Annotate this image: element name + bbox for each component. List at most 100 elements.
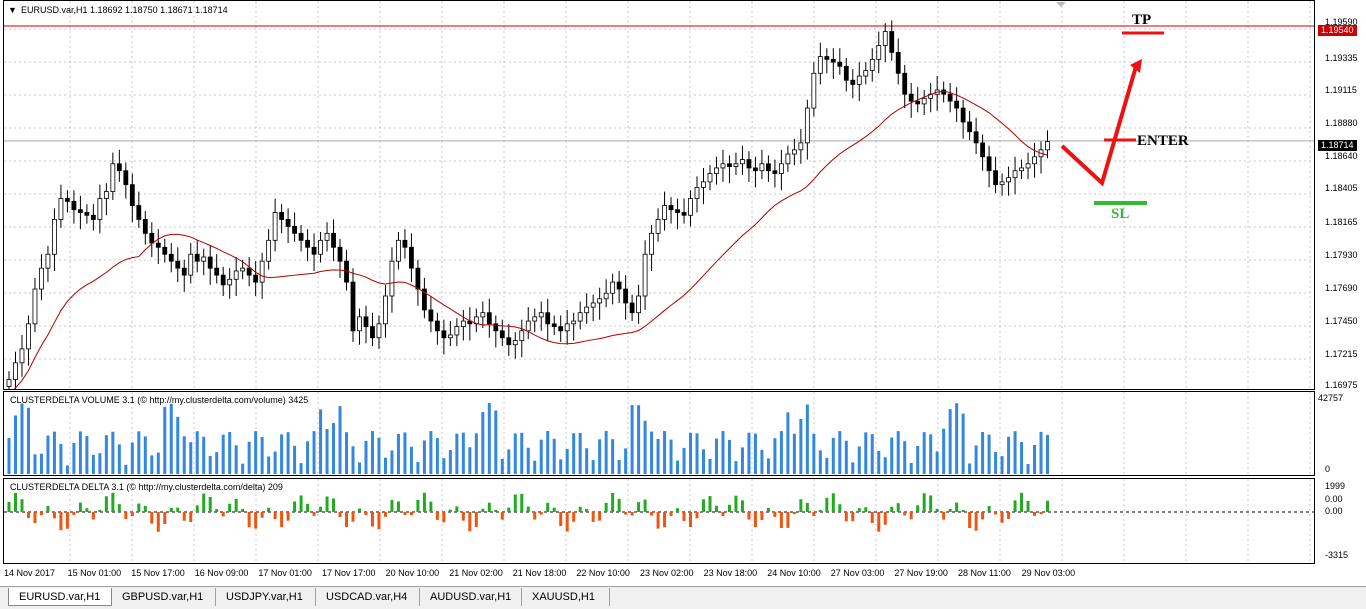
delta-bar-negative — [942, 512, 946, 520]
delta-bar-positive — [137, 503, 141, 512]
delta-bar-negative — [65, 512, 69, 529]
time-axis-label: 21 Nov 18:00 — [512, 568, 567, 578]
time-axis: 14 Nov 2017 15 Nov 01:00 15 Nov 17:00 16 No… — [0, 566, 1366, 584]
delta-indicator-pane[interactable]: CLUSTERDELTA DELTA 3.1 (© http://my.clus… — [3, 478, 1315, 564]
delta-bar-negative — [370, 512, 374, 527]
candle-body — [759, 163, 765, 172]
delta-bar-negative — [559, 512, 563, 526]
volume-bar — [702, 449, 706, 474]
volume-bar — [448, 449, 452, 474]
price-scale-label: 1.19335 — [1325, 53, 1358, 63]
volume-bar — [85, 436, 89, 474]
volume-bar — [624, 448, 628, 474]
delta-bar-positive — [890, 506, 894, 512]
candle-body — [772, 170, 778, 174]
delta-bar-negative — [72, 512, 76, 516]
time-axis-label: 28 Nov 11:00 — [958, 568, 1011, 578]
volume-bar — [78, 431, 82, 474]
volume-bar — [552, 438, 556, 474]
volume-bar — [293, 445, 297, 474]
candle-body — [383, 295, 388, 325]
delta-bar-positive — [325, 496, 329, 512]
delta-bar-negative — [1033, 512, 1037, 516]
volume-bar — [974, 445, 978, 474]
chart-tab-usdjpy-var-h1[interactable]: USDJPY.var,H1 — [216, 588, 316, 606]
volume-bar — [987, 434, 991, 474]
volume-bar — [228, 431, 232, 474]
delta-bar-negative — [1000, 512, 1004, 523]
candle-body — [155, 242, 161, 248]
candle-body — [39, 267, 44, 290]
delta-bar-positive — [1026, 500, 1030, 512]
price-chart-canvas[interactable] — [4, 1, 1314, 389]
candle-body — [843, 65, 849, 81]
volume-bar — [766, 458, 770, 474]
delta-bar-positive — [195, 505, 199, 512]
volume-bar — [1020, 441, 1024, 474]
volume-bar — [929, 434, 933, 474]
candle-body — [142, 219, 148, 234]
volume-bar — [909, 462, 913, 474]
candle-body — [1006, 177, 1011, 183]
delta-bar-positive — [643, 499, 647, 512]
candle-body — [564, 323, 570, 332]
volume-bar — [468, 447, 472, 474]
delta-bar-negative — [377, 512, 381, 530]
volume-scale-bottom: 0 — [1325, 464, 1331, 474]
candle-body — [110, 163, 116, 193]
candle-body — [733, 163, 739, 167]
volume-bar — [955, 403, 959, 474]
time-axis-label: 24 Nov 10:00 — [767, 568, 821, 578]
candle-body — [454, 326, 460, 336]
candle-body — [603, 292, 609, 300]
volume-bar — [72, 443, 76, 474]
candle-body — [506, 337, 512, 346]
volume-bar — [650, 431, 654, 474]
volume-bar — [1013, 431, 1017, 474]
candle-body — [52, 219, 57, 255]
time-axis-label: 22 Nov 10:00 — [576, 568, 630, 578]
time-axis-label: 15 Nov 01:00 — [67, 568, 122, 578]
chart-tab-usdcad-var-h4[interactable]: USDCAD.var,H4 — [316, 588, 420, 606]
delta-bar-negative — [52, 512, 56, 519]
candle-body — [480, 312, 486, 318]
price-chart-pane[interactable]: ▼ EURUSD.var,H1 1.18692 1.18750 1.18671 … — [3, 0, 1315, 390]
volume-bar — [143, 436, 147, 474]
volume-bar — [533, 460, 537, 474]
delta-bar-positive — [708, 496, 712, 512]
delta-bar-negative — [280, 512, 284, 527]
chart-tab-eurusd-var-h1[interactable]: EURUSD.var,H1 — [8, 588, 112, 606]
chart-tab-audusd-var-h1[interactable]: AUDUSD.var,H1 — [420, 588, 522, 606]
candle-body — [13, 362, 18, 380]
volume-bar — [669, 439, 673, 474]
current-price-tag: 1.18714 — [1318, 140, 1357, 151]
delta-bar-positive — [429, 501, 433, 512]
chart-tab-xauusd-h1[interactable]: XAUUSD,H1 — [522, 588, 610, 606]
candle-body — [370, 326, 375, 339]
tp-price-tag: 1.19540 — [1318, 25, 1357, 36]
volume-bar — [117, 444, 121, 474]
volume-bar — [513, 433, 517, 474]
chart-menu-glyph[interactable]: ▼ — [8, 5, 17, 15]
price-scale-label: 1.17930 — [1325, 250, 1358, 260]
delta-bar-negative — [591, 512, 595, 522]
chart-tab-gbpusd-var-h1[interactable]: GBPUSD.var,H1 — [112, 588, 216, 606]
delta-bar-negative — [254, 512, 258, 529]
candle-body — [707, 173, 713, 183]
volume-bar — [857, 446, 861, 474]
delta-scale-bottom: -3315 — [1325, 550, 1349, 560]
price-scale-label: 1.18880 — [1325, 118, 1358, 128]
volume-indicator-pane[interactable]: CLUSTERDELTA VOLUME 3.1 (© http://my.clu… — [3, 391, 1315, 476]
volume-bar — [357, 462, 361, 474]
volume-bar — [182, 436, 186, 474]
delta-bar-positive — [117, 504, 121, 512]
delta-bar-negative — [338, 512, 342, 518]
candle-body — [947, 93, 953, 102]
delta-bar-positive — [526, 506, 530, 512]
volume-bar — [1039, 431, 1043, 474]
delta-bar-positive — [578, 506, 582, 512]
price-scale-label: 1.17215 — [1325, 349, 1358, 359]
volume-bar — [507, 449, 511, 474]
candle-body — [240, 267, 246, 272]
delta-bar-negative — [844, 512, 848, 522]
